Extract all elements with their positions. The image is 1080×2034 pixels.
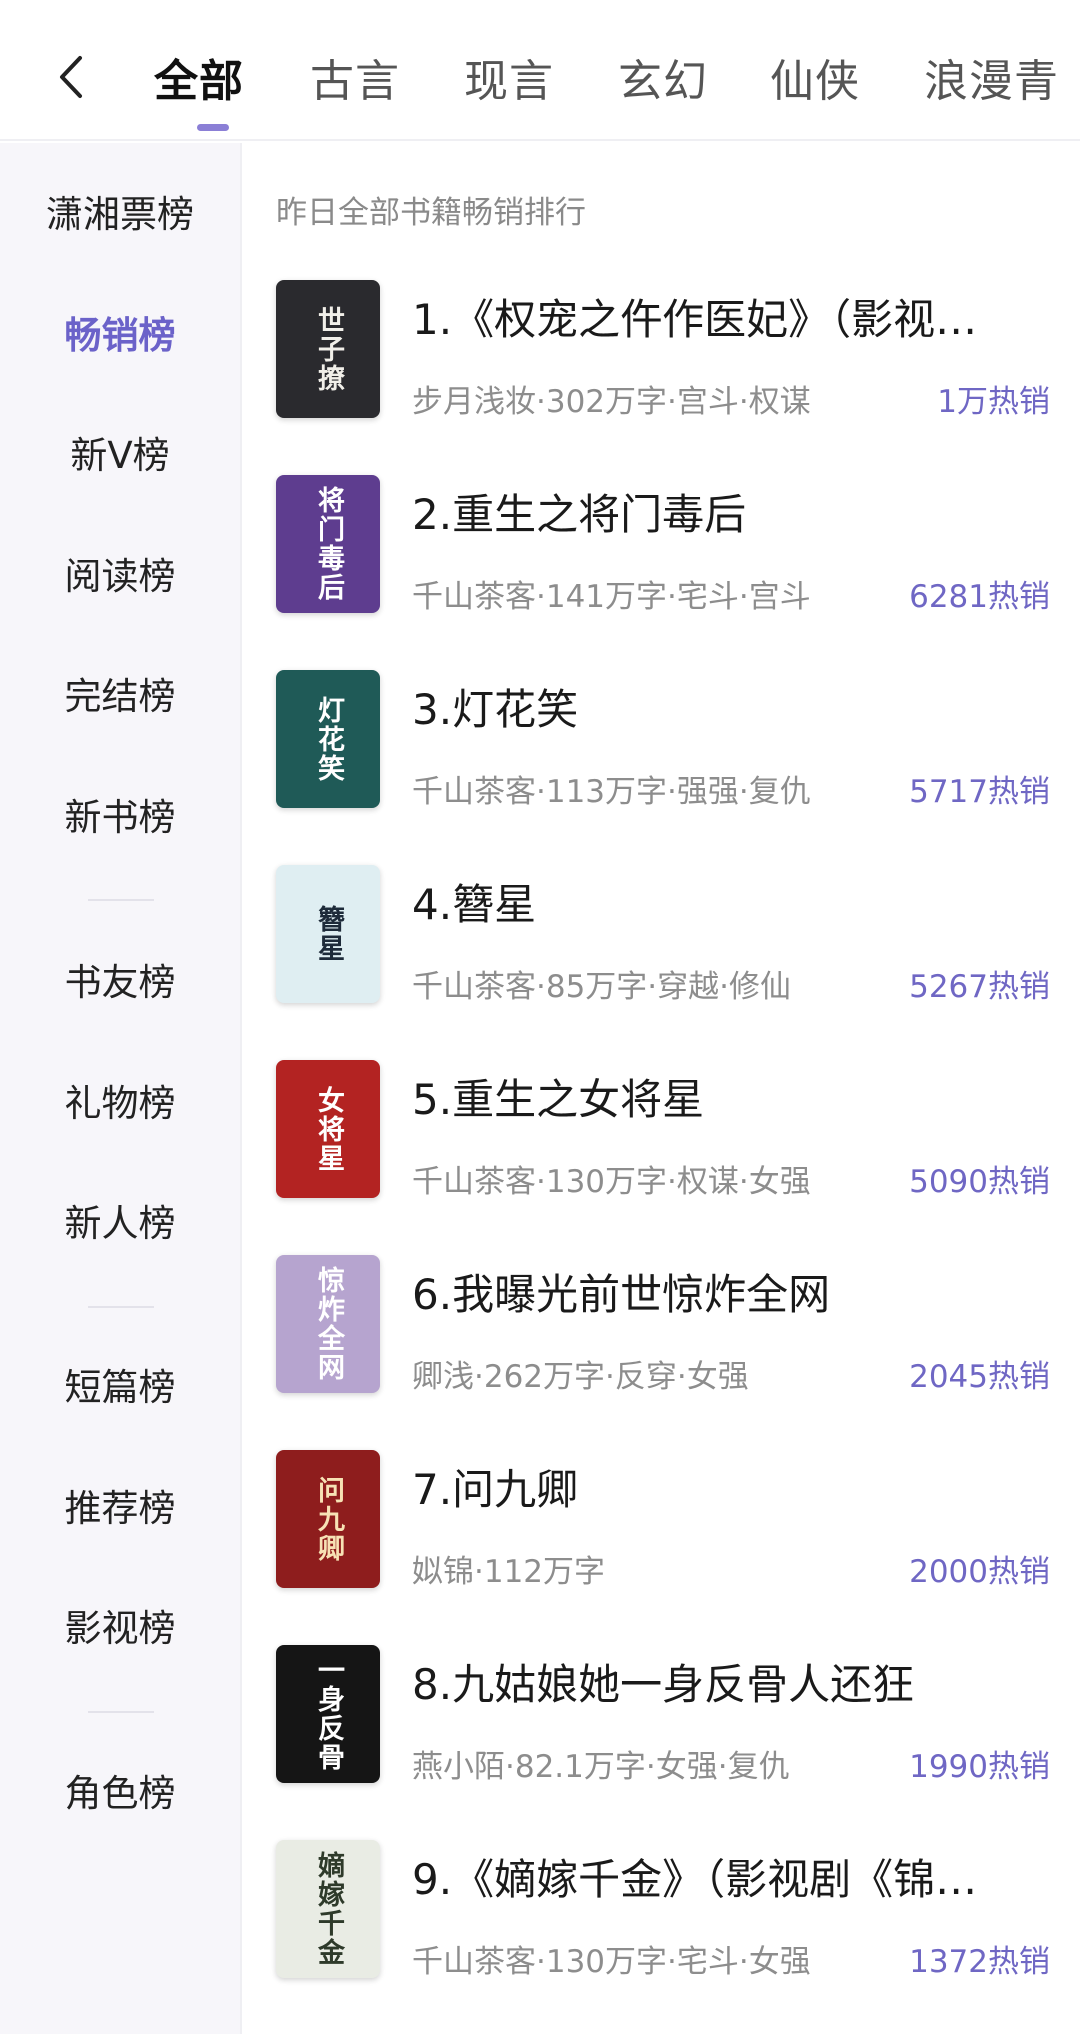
tab-label: 现言 [464, 56, 554, 107]
tab-label: 玄幻 [618, 56, 708, 107]
book-item[interactable]: 簪星 4.簪星 千山茶客·85万字·穿越·修仙 5267热销 [244, 865, 1080, 1015]
book-cover-image: 嫡嫁千金 [276, 1840, 380, 1978]
book-title: 6.我曝光前世惊炸全网 [412, 1270, 831, 1319]
cover-title-art: 惊炸全网 [313, 1266, 344, 1382]
tab-label: 仙侠 [770, 56, 860, 107]
book-cover-image: 灯花笑 [276, 670, 380, 808]
book-item[interactable]: 问九卿 7.问九卿 姒锦·112万字 2000热销 [244, 1450, 1080, 1600]
book-meta: 步月浅妆·302万字·宫斗·权谋 [412, 384, 811, 420]
ranking-sidebar: 潇湘票榜 畅销榜 新V榜 阅读榜 完结榜 新书榜 书友榜 礼物榜 新人榜 短篇榜… [0, 143, 242, 2034]
book-meta: 千山茶客·113万字·强强·复仇 [412, 774, 811, 810]
book-meta: 千山茶客·130万字·宅斗·女强 [412, 1944, 811, 1980]
book-meta: 卿浅·262万字·反穿·女强 [412, 1359, 749, 1395]
tab-label: 古言 [310, 56, 400, 107]
back-arrow-icon[interactable] [50, 52, 94, 102]
sidebar-divider [88, 899, 154, 901]
tab-modern-romance[interactable]: 现言 [464, 45, 554, 107]
book-meta: 千山茶客·130万字·权谋·女强 [412, 1164, 811, 1200]
book-meta: 姒锦·112万字 [412, 1554, 606, 1590]
cover-title-art: 问九卿 [313, 1475, 344, 1563]
book-title: 1.《权宠之仵作医妃》（影视剧同名原著） [412, 295, 992, 344]
book-title: 3.灯花笑 [412, 685, 579, 734]
sidebar-item-recommended[interactable]: 推荐榜 [0, 1469, 240, 1549]
book-sales-count: 2000热销 [909, 1554, 1050, 1590]
tab-xianxia[interactable]: 仙侠 [770, 45, 860, 107]
book-item[interactable]: 惊炸全网 6.我曝光前世惊炸全网 卿浅·262万字·反穿·女强 2045热销 [244, 1255, 1080, 1405]
book-item[interactable]: 嫡嫁千金 9.《嫡嫁千金》（影视剧《锦绣芳华》原著） 千山茶客·130万字·宅斗… [244, 1840, 1080, 1990]
tab-active-indicator [197, 124, 229, 131]
tab-label: 全部 [154, 56, 244, 107]
tab-fantasy[interactable]: 玄幻 [618, 45, 708, 107]
book-sales-count: 5090热销 [909, 1164, 1050, 1200]
book-item[interactable]: 灯花笑 3.灯花笑 千山茶客·113万字·强强·复仇 5717热销 [244, 670, 1080, 820]
cover-title-art: 世子撩 [313, 305, 344, 393]
book-title: 5.重生之女将星 [412, 1075, 705, 1124]
book-meta: 千山茶客·141万字·宅斗·宫斗 [412, 579, 811, 615]
book-item[interactable]: 女将星 5.重生之女将星 千山茶客·130万字·权谋·女强 5090热销 [244, 1060, 1080, 1210]
cover-title-art: 灯花笑 [313, 695, 344, 783]
book-item[interactable]: 世子撩 1.《权宠之仵作医妃》（影视剧同名原著） 步月浅妆·302万字·宫斗·权… [244, 280, 1080, 430]
sidebar-item-bestseller[interactable]: 畅销榜 [0, 296, 240, 376]
cover-title-art: 一身反骨 [313, 1656, 344, 1772]
book-sales-count: 5717热销 [909, 774, 1050, 810]
sidebar-item-new-books[interactable]: 新书榜 [0, 778, 240, 858]
tab-ancient-romance[interactable]: 古言 [310, 45, 400, 107]
book-item[interactable]: 一身反骨 8.九姑娘她一身反骨人还狂 燕小陌·82.1万字·女强·复仇 1990… [244, 1645, 1080, 1795]
sidebar-item-newcomers[interactable]: 新人榜 [0, 1184, 240, 1264]
bestseller-list: 昨日全部书籍畅销排行 世子撩 1.《权宠之仵作医妃》（影视剧同名原著） 步月浅妆… [244, 143, 1080, 2034]
sidebar-item-reader-friends[interactable]: 书友榜 [0, 943, 240, 1023]
cover-title-art: 将门毒后 [313, 486, 344, 602]
book-sales-count: 1372热销 [909, 1944, 1050, 1980]
book-sales-count: 1990热销 [909, 1749, 1050, 1785]
book-sales-count: 2045热销 [909, 1359, 1050, 1395]
sidebar-item-reading[interactable]: 阅读榜 [0, 537, 240, 617]
book-meta: 千山茶客·85万字·穿越·修仙 [412, 969, 792, 1005]
sidebar-item-gifts[interactable]: 礼物榜 [0, 1064, 240, 1144]
book-sales-count: 6281热销 [909, 579, 1050, 615]
tab-label: 浪漫青 [924, 56, 1059, 107]
book-title: 8.九姑娘她一身反骨人还狂 [412, 1660, 915, 1709]
sidebar-divider [88, 1306, 154, 1308]
tab-romance-youth[interactable]: 浪漫青 [924, 45, 1059, 107]
book-sales-count: 5267热销 [909, 969, 1050, 1005]
sidebar-item-characters[interactable]: 角色榜 [0, 1754, 240, 1834]
book-cover-image: 女将星 [276, 1060, 380, 1198]
book-title: 7.问九卿 [412, 1465, 579, 1514]
cover-title-art: 簪星 [313, 905, 344, 963]
sidebar-item-new-v[interactable]: 新V榜 [0, 416, 240, 496]
book-title: 9.《嫡嫁千金》（影视剧《锦绣芳华》原著） [412, 1855, 992, 1904]
book-cover-image: 一身反骨 [276, 1645, 380, 1783]
list-heading: 昨日全部书籍畅销排行 [276, 195, 586, 231]
top-tab-bar: 全部 古言 现言 玄幻 仙侠 浪漫青 [0, 0, 1080, 141]
cover-title-art: 嫡嫁千金 [313, 1851, 344, 1967]
book-cover-image: 惊炸全网 [276, 1255, 380, 1393]
book-title: 2.重生之将门毒后 [412, 490, 747, 539]
sidebar-divider [88, 1711, 154, 1713]
book-cover-image: 问九卿 [276, 1450, 380, 1588]
book-item[interactable]: 将门毒后 2.重生之将门毒后 千山茶客·141万字·宅斗·宫斗 6281热销 [244, 475, 1080, 625]
sidebar-item-film-tv[interactable]: 影视榜 [0, 1589, 240, 1669]
book-title: 4.簪星 [412, 880, 537, 929]
category-tabs: 全部 古言 现言 玄幻 仙侠 浪漫青 [138, 0, 1080, 141]
book-cover-image: 簪星 [276, 865, 380, 1003]
sidebar-item-completed[interactable]: 完结榜 [0, 657, 240, 737]
book-cover-image: 世子撩 [276, 280, 380, 418]
cover-title-art: 女将星 [313, 1085, 344, 1173]
sidebar-item-short-stories[interactable]: 短篇榜 [0, 1348, 240, 1428]
book-meta: 燕小陌·82.1万字·女强·复仇 [412, 1749, 790, 1785]
book-cover-image: 将门毒后 [276, 475, 380, 613]
book-sales-count: 1万热销 [937, 384, 1050, 420]
sidebar-item-ticket-rank[interactable]: 潇湘票榜 [0, 175, 240, 255]
tab-all[interactable]: 全部 [154, 45, 244, 131]
